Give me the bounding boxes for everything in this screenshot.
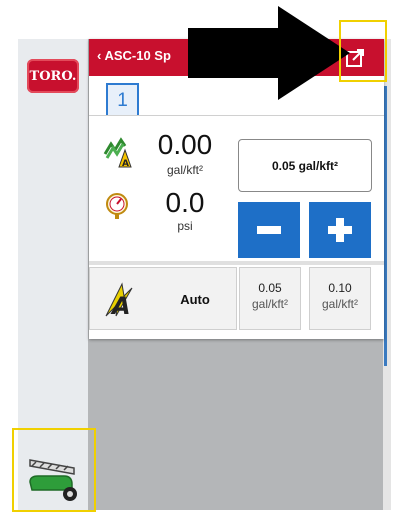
toro-logo: TORO. xyxy=(27,59,79,93)
preset-rate-button-1[interactable]: 0.05 gal/kft² xyxy=(239,267,301,330)
svg-text:A: A xyxy=(122,159,129,169)
pressure-value: 0.0 xyxy=(165,187,205,218)
preset-unit: gal/kft² xyxy=(251,297,288,311)
auto-mode-icon: A xyxy=(105,282,133,318)
pressure-unit: psi xyxy=(177,219,193,233)
preset-rate-button-2[interactable]: 0.10 gal/kft² xyxy=(309,267,371,330)
rate-unit: gal/kft² xyxy=(166,163,203,177)
increase-rate-button[interactable] xyxy=(309,202,371,258)
svg-text:A: A xyxy=(110,292,131,318)
tab-divider xyxy=(89,115,384,116)
pressure-gauge-icon xyxy=(106,193,128,219)
spray-rate-icon: A xyxy=(103,137,132,169)
minus-icon xyxy=(257,226,281,234)
back-button[interactable]: ‹ ASC-10 Sp xyxy=(97,48,171,63)
plus-icon xyxy=(328,218,352,242)
tab-section-1[interactable]: 1 xyxy=(106,83,139,115)
preset-value: 0.10 xyxy=(328,281,352,295)
guidance-line xyxy=(384,86,387,366)
decrease-rate-button[interactable] xyxy=(238,202,300,258)
rate-control-panel: ‹ ASC-10 Sp 1 A 0.00 gal/kft² 0.0 psi 0.… xyxy=(89,39,384,339)
sprayer-icon[interactable] xyxy=(24,452,82,504)
auto-label: Auto xyxy=(180,292,210,307)
preset-unit: gal/kft² xyxy=(321,297,358,311)
section-separator xyxy=(89,261,384,265)
target-rate-field[interactable]: 0.05 gal/kft² xyxy=(238,139,372,192)
preset-value: 0.05 xyxy=(258,281,282,295)
auto-mode-button[interactable]: A Auto xyxy=(89,267,237,330)
popout-highlight xyxy=(339,20,387,82)
rate-value: 0.00 xyxy=(157,129,213,160)
